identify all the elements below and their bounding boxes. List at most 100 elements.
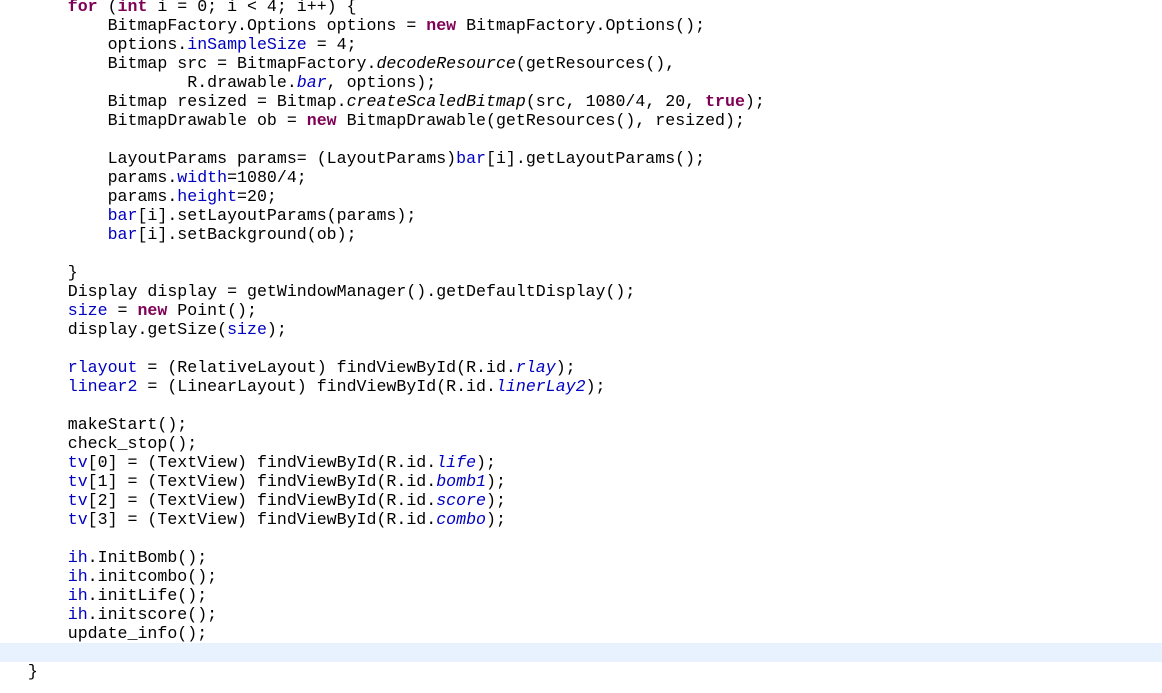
- code-text: );: [585, 377, 606, 396]
- code-text: );: [486, 491, 506, 510]
- field-token: linear2: [67, 377, 138, 396]
- code-text: .initcombo();: [87, 567, 218, 586]
- code-line[interactable]: bar[i].setBackground(ob);: [0, 225, 1162, 244]
- code-line[interactable]: [0, 130, 1162, 149]
- static-field-token: score: [436, 491, 486, 510]
- code-line[interactable]: ih.initscore();: [0, 605, 1162, 624]
- current-code-line[interactable]: [0, 643, 1162, 662]
- code-text: [1] = (TextView) findViewById(R.id.: [87, 472, 437, 491]
- keyword-token: new: [306, 111, 337, 130]
- code-line[interactable]: Bitmap resized = Bitmap.createScaledBitm…: [0, 92, 1162, 111]
- code-text: Bitmap src = BitmapFactory.: [8, 54, 377, 73]
- static-method-token: createScaledBitmap: [346, 92, 526, 111]
- field-token: ih: [67, 567, 88, 586]
- code-text: [i].setLayoutParams(params);: [137, 206, 417, 225]
- code-text: R.drawable.: [8, 73, 297, 92]
- code-text: }: [8, 662, 38, 681]
- code-line[interactable]: [0, 339, 1162, 358]
- code-line[interactable]: ih.initLife();: [0, 586, 1162, 605]
- code-line[interactable]: params.height=20;: [0, 187, 1162, 206]
- keyword-token: new: [137, 301, 168, 320]
- static-field-token: combo: [436, 510, 486, 529]
- static-field-token: linerLay2: [495, 377, 586, 396]
- code-line[interactable]: BitmapDrawable ob = new BitmapDrawable(g…: [0, 111, 1162, 130]
- code-line[interactable]: bar[i].setLayoutParams(params);: [0, 206, 1162, 225]
- code-line[interactable]: ih.InitBomb();: [0, 548, 1162, 567]
- code-text: );: [486, 510, 506, 529]
- static-field-token: life: [436, 453, 477, 472]
- field-token: rlayout: [67, 358, 138, 377]
- code-line[interactable]: tv[1] = (TextView) findViewById(R.id.bom…: [0, 472, 1162, 491]
- code-line[interactable]: display.getSize(size);: [0, 320, 1162, 339]
- code-text: = (LinearLayout) findViewById(R.id.: [137, 377, 496, 396]
- code-text: options.: [8, 35, 188, 54]
- code-line[interactable]: ih.initcombo();: [0, 567, 1162, 586]
- code-line[interactable]: BitmapFactory.Options options = new Bitm…: [0, 16, 1162, 35]
- code-text: =1080/4;: [227, 168, 307, 187]
- code-text: [i].getLayoutParams();: [485, 149, 706, 168]
- static-field-token: bomb1: [436, 472, 486, 491]
- code-text: }: [8, 263, 78, 282]
- code-line[interactable]: [0, 396, 1162, 415]
- code-text: [0] = (TextView) findViewById(R.id.: [87, 453, 437, 472]
- keyword-token: true: [705, 92, 745, 111]
- code-line[interactable]: }: [0, 263, 1162, 282]
- code-line[interactable]: tv[3] = (TextView) findViewById(R.id.com…: [0, 510, 1162, 529]
- code-line[interactable]: tv[0] = (TextView) findViewById(R.id.lif…: [0, 453, 1162, 472]
- static-field-token: bar: [296, 73, 327, 92]
- code-line[interactable]: LayoutParams params= (LayoutParams)bar[i…: [0, 149, 1162, 168]
- field-token: tv: [67, 510, 88, 529]
- code-text: update_info();: [8, 624, 208, 643]
- code-text: (src, 1080/4, 20,: [525, 92, 706, 111]
- code-text: );: [744, 92, 765, 111]
- code-line[interactable]: check_stop();: [0, 434, 1162, 453]
- code-line[interactable]: options.inSampleSize = 4;: [0, 35, 1162, 54]
- code-text: Point();: [167, 301, 257, 320]
- code-text: params.: [8, 168, 178, 187]
- field-token: inSampleSize: [187, 35, 307, 54]
- code-line[interactable]: makeStart();: [0, 415, 1162, 434]
- code-line[interactable]: tv[2] = (TextView) findViewById(R.id.sco…: [0, 491, 1162, 510]
- keyword-token: for: [67, 0, 98, 16]
- code-text: [3] = (TextView) findViewById(R.id.: [87, 510, 437, 529]
- code-text: );: [555, 358, 576, 377]
- code-line[interactable]: for (int i = 0; i < 4; i++) {: [0, 0, 1162, 16]
- code-line[interactable]: update_info();: [0, 624, 1162, 643]
- code-text: display.getSize(: [8, 320, 228, 339]
- code-line[interactable]: Display display = getWindowManager().get…: [0, 282, 1162, 301]
- code-line[interactable]: Bitmap src = BitmapFactory.decodeResourc…: [0, 54, 1162, 73]
- code-line[interactable]: rlayout = (RelativeLayout) findViewById(…: [0, 358, 1162, 377]
- code-line[interactable]: size = new Point();: [0, 301, 1162, 320]
- keyword-token: new: [426, 16, 457, 35]
- static-method-token: decodeResource: [376, 54, 516, 73]
- code-text: [i].setBackground(ob);: [137, 225, 357, 244]
- code-line[interactable]: [0, 529, 1162, 548]
- field-token: size: [67, 301, 108, 320]
- code-line[interactable]: R.drawable.bar, options);: [0, 73, 1162, 92]
- code-line[interactable]: params.width=1080/4;: [0, 168, 1162, 187]
- field-token: size: [227, 320, 267, 339]
- code-text: .initLife();: [87, 586, 208, 605]
- code-text: i = 0; i < 4; i++) {: [147, 0, 357, 16]
- code-text: makeStart();: [8, 415, 188, 434]
- code-text: =: [107, 301, 138, 320]
- code-editor[interactable]: for (int i = 0; i < 4; i++) { BitmapFact…: [0, 0, 1162, 681]
- code-line[interactable]: linear2 = (LinearLayout) findViewById(R.…: [0, 377, 1162, 396]
- code-line[interactable]: [0, 244, 1162, 263]
- code-text: check_stop();: [8, 434, 198, 453]
- code-line[interactable]: }: [0, 662, 1162, 681]
- code-text: (getResources(),: [515, 54, 676, 73]
- field-token: tv: [67, 453, 88, 472]
- code-text: BitmapFactory.Options options =: [8, 16, 427, 35]
